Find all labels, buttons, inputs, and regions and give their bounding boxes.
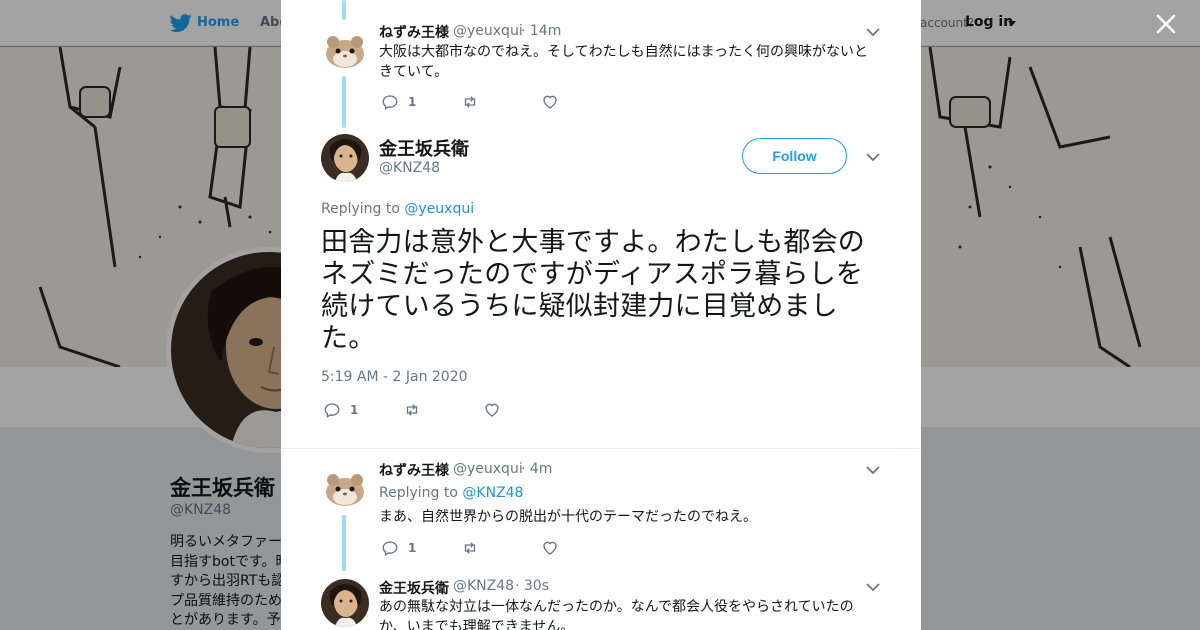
retweet-button[interactable] bbox=[403, 400, 421, 420]
tweet-author-handle[interactable]: @KNZ48 bbox=[379, 160, 440, 176]
tweet-time[interactable]: · 14m bbox=[521, 23, 561, 39]
tweet-actions: 1 bbox=[323, 400, 523, 420]
replying-to-link[interactable]: @KNZ48 bbox=[462, 485, 523, 501]
thread-connector bbox=[342, 0, 346, 20]
like-button[interactable] bbox=[483, 400, 501, 420]
tweet-author-name[interactable]: ねずみ王様 bbox=[379, 460, 449, 480]
tweet-text: 田舎力は意外と大事ですよ。わたしも都会のネズミだったのですがディアスポラ暮らしを… bbox=[321, 227, 865, 354]
tweet-actions: 1 bbox=[381, 538, 581, 558]
retweet-button[interactable] bbox=[461, 538, 479, 558]
like-button[interactable] bbox=[541, 538, 559, 558]
tweet-author-handle[interactable]: @KNZ48 bbox=[453, 578, 514, 594]
tweet-time[interactable]: · 30s bbox=[515, 578, 549, 594]
like-button[interactable] bbox=[541, 92, 559, 112]
chevron-down-icon[interactable] bbox=[866, 27, 880, 37]
chevron-down-icon[interactable] bbox=[866, 582, 880, 592]
tweet-author-name[interactable]: ねずみ王様 bbox=[379, 22, 449, 42]
close-icon[interactable] bbox=[1154, 12, 1178, 36]
reply-count: 1 bbox=[408, 541, 417, 555]
follow-button[interactable]: Follow bbox=[742, 138, 847, 174]
heart-icon bbox=[543, 541, 557, 555]
tweet-timestamp[interactable]: 5:19 AM - 2 Jan 2020 bbox=[321, 369, 468, 385]
retweet-icon bbox=[464, 96, 476, 108]
tweet-author-handle[interactable]: @yeuxqui bbox=[453, 461, 523, 477]
reply-icon bbox=[382, 541, 398, 556]
chevron-down-icon[interactable] bbox=[866, 152, 880, 162]
reply-icon bbox=[382, 95, 398, 110]
avatar[interactable] bbox=[321, 462, 369, 510]
chevron-down-icon[interactable] bbox=[866, 465, 880, 475]
tweet-modal: ねずみ王様 @yeuxqui · 14m 大阪は大都市なのでねえ。そしてわたしも… bbox=[281, 0, 921, 630]
tweet-text: まあ、自然世界からの脱出が十代のテーマだったのでねえ。 bbox=[379, 509, 757, 525]
avatar[interactable] bbox=[321, 24, 369, 72]
replying-to-link[interactable]: @yeuxqui bbox=[404, 201, 474, 217]
replying-to-prefix: Replying to bbox=[379, 485, 458, 501]
retweet-icon bbox=[406, 404, 418, 416]
avatar[interactable] bbox=[321, 134, 369, 182]
retweet-icon bbox=[464, 542, 476, 554]
replying-to: Replying to @KNZ48 bbox=[379, 485, 523, 501]
avatar[interactable] bbox=[321, 579, 369, 627]
tweet-text: あの無駄な対立は一体なんだったのか。なんで都会人役をやらされていたのか、いまでも… bbox=[379, 599, 854, 630]
replying-to: Replying to @yeuxqui bbox=[321, 201, 474, 217]
tweet-actions: 1 bbox=[381, 92, 581, 112]
tweet-author-name[interactable]: 金王坂兵衛 bbox=[379, 135, 469, 161]
thread-connector bbox=[342, 515, 346, 571]
heart-icon bbox=[543, 95, 557, 109]
reply-button[interactable]: 1 bbox=[381, 92, 416, 112]
reply-count: 1 bbox=[350, 403, 359, 417]
replying-to-prefix: Replying to bbox=[321, 201, 400, 217]
tweet-text: 大阪は大都市なのでねえ。そしてわたしも自然にはまったく何の興味がないときていて。 bbox=[379, 44, 869, 80]
thread-connector bbox=[342, 76, 346, 128]
reply-button[interactable]: 1 bbox=[381, 538, 416, 558]
tweet-author-name[interactable]: 金王坂兵衛 bbox=[379, 578, 449, 598]
reply-icon bbox=[324, 403, 340, 418]
reply-button[interactable]: 1 bbox=[323, 400, 358, 420]
retweet-button[interactable] bbox=[461, 92, 479, 112]
heart-icon bbox=[485, 403, 499, 417]
tweet-author-handle[interactable]: @yeuxqui bbox=[453, 23, 523, 39]
tweet-time[interactable]: · 4m bbox=[521, 461, 552, 477]
reply-count: 1 bbox=[408, 95, 417, 109]
divider bbox=[281, 448, 921, 449]
